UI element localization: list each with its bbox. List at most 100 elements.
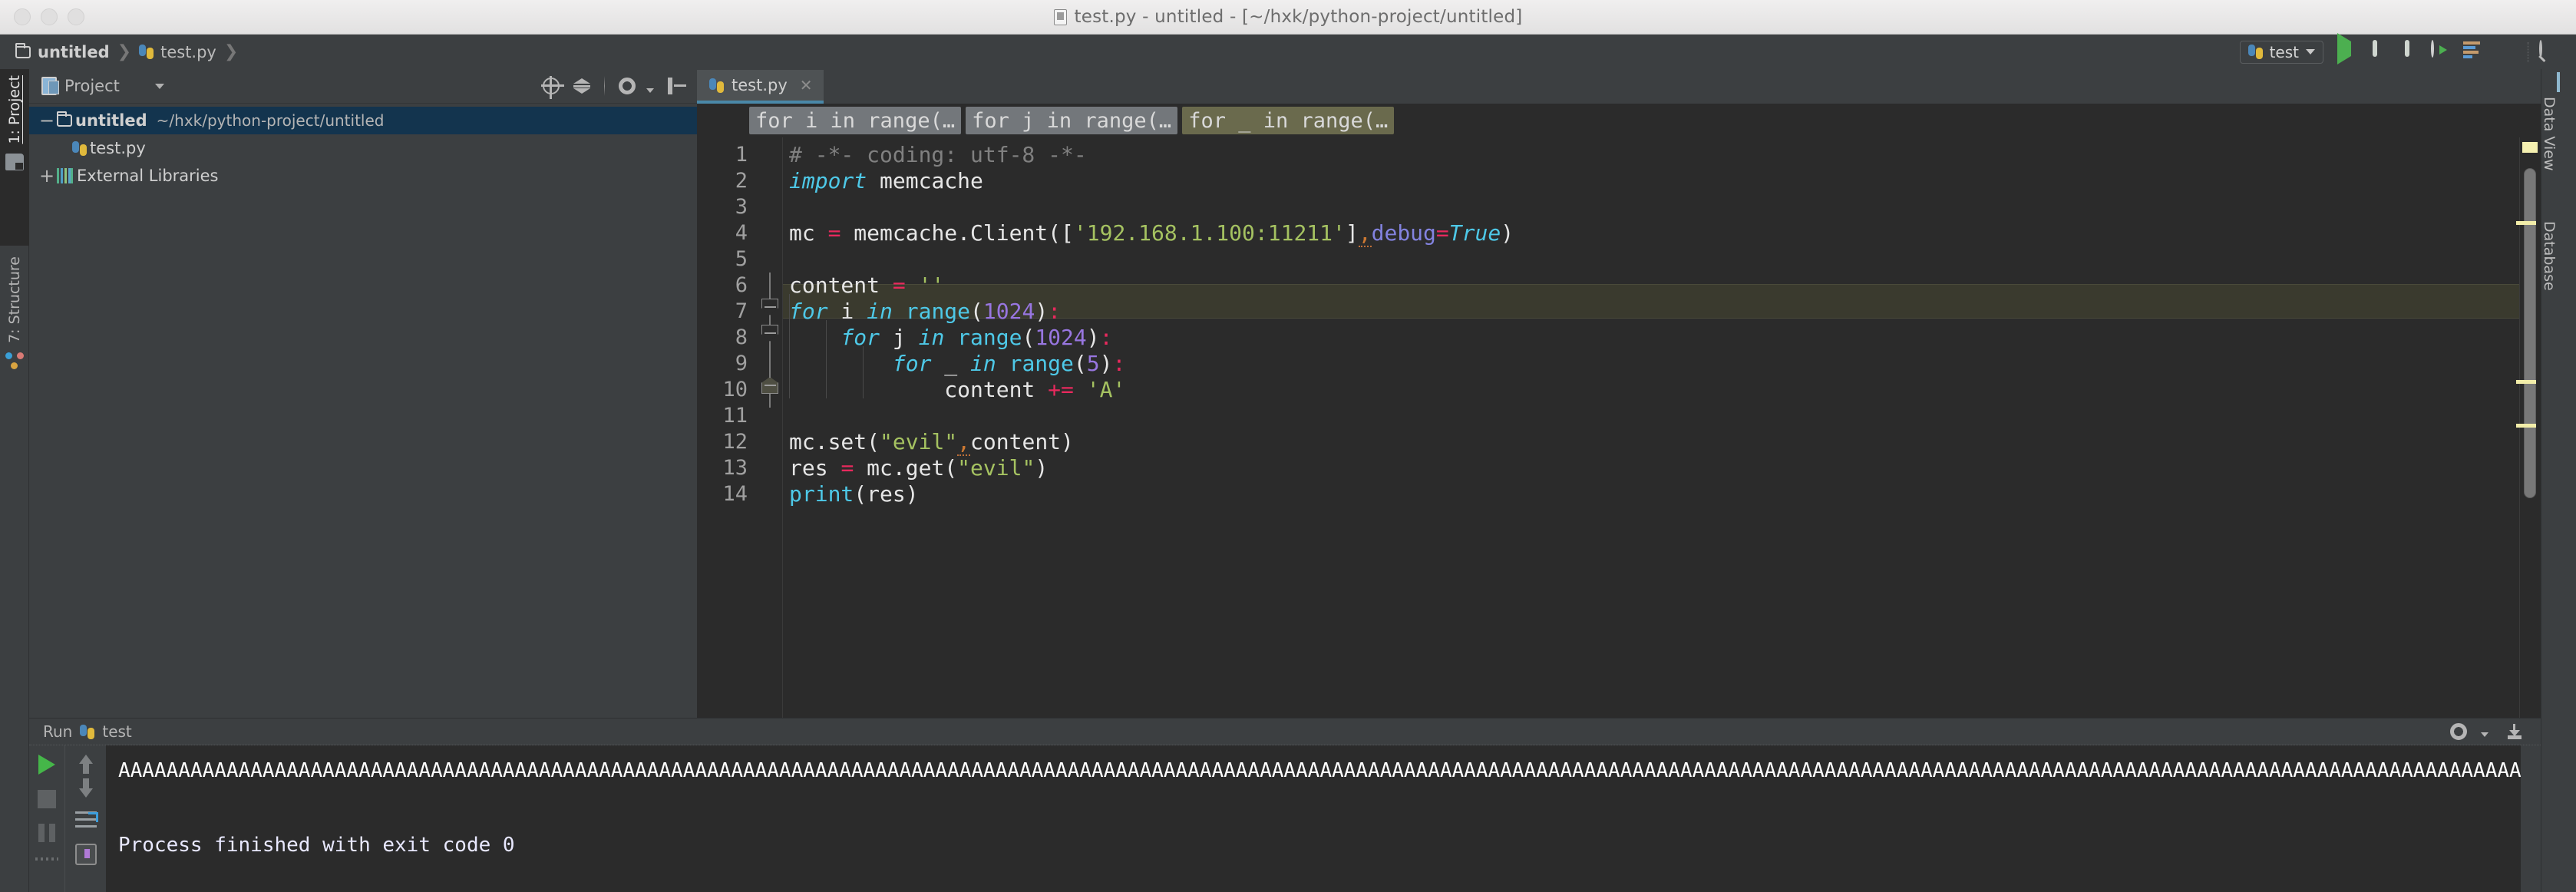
run-panel-header-tools: [2450, 723, 2541, 740]
fold-marker-line-10[interactable]: [761, 377, 778, 394]
fold-connector: [769, 342, 771, 382]
tree-row-file[interactable]: test.py: [29, 134, 697, 162]
tree-twisty[interactable]: −: [37, 111, 57, 130]
down-stack-trace-button[interactable]: [78, 778, 93, 798]
breadcrumb-item-file[interactable]: test.py: [136, 43, 220, 61]
toolbar-divider: [604, 76, 605, 96]
settings-gear-icon[interactable]: [619, 78, 636, 94]
sidebar-item-database[interactable]: Database: [2541, 215, 2576, 297]
python-icon: [709, 78, 724, 93]
close-icon[interactable]: ✕: [800, 76, 813, 94]
project-tree: − untitled ~/hxk/python-project/untitled…: [29, 104, 697, 190]
editor-marker-bar[interactable]: [2516, 137, 2541, 718]
code-editor[interactable]: 1 2 3 4 5 6 7 8 9 10 11 12 13 14 # -*- c…: [697, 137, 2541, 718]
locate-file-icon[interactable]: [541, 76, 564, 99]
hide-panel-icon[interactable]: [2505, 724, 2524, 739]
tree-label: untitled: [75, 111, 147, 130]
sidebar-item-project[interactable]: 1: Project: [0, 69, 29, 246]
tab-test-py[interactable]: test.py ✕: [697, 70, 824, 104]
project-panel-toolbar: [541, 76, 697, 99]
settings-gear-icon[interactable]: [2450, 723, 2467, 740]
tree-label: test.py: [90, 139, 146, 157]
run-config-name: test: [102, 722, 132, 741]
chevron-down-icon[interactable]: [154, 83, 164, 89]
tree-row-external-libraries[interactable]: + External Libraries: [29, 162, 697, 190]
inspection-status-indicator[interactable]: [2522, 142, 2538, 153]
stop-button[interactable]: [2495, 41, 2517, 63]
panel-title-label: Project: [64, 77, 120, 95]
ide-window: test.py - untitled - [~/hxk/python-proje…: [0, 0, 2576, 892]
pause-output-button[interactable]: [38, 824, 55, 842]
code-folding-gutter[interactable]: [757, 137, 783, 718]
play-icon: [2337, 32, 2351, 64]
project-panel-title: Project: [41, 77, 120, 95]
console-line: Process finished with exit code 0: [118, 834, 515, 857]
line-number-gutter: 1 2 3 4 5 6 7 8 9 10 11 12 13 14: [697, 137, 757, 718]
chevron-down-icon[interactable]: [646, 88, 654, 93]
sticky-line[interactable]: for i in range(…: [749, 107, 962, 134]
tree-row-project[interactable]: − untitled ~/hxk/python-project/untitled: [29, 107, 697, 134]
print-button[interactable]: [74, 844, 97, 865]
tree-path: ~/hxk/python-project/untitled: [156, 111, 385, 130]
sidebar-item-structure[interactable]: 7: Structure: [0, 250, 29, 442]
run-tool-window: Run test AAAAAAAAAAAAAAAAAAAAAAAAAAAAAAA…: [29, 718, 2541, 892]
navigation-bar: untitled ❯ test.py ❯ test: [0, 32, 2576, 69]
project-icon: [5, 153, 24, 170]
toolbar-divider: [35, 857, 58, 861]
sidebar-item-label: 1: Project: [6, 75, 23, 144]
project-tool-window: Project − untitled ~/hxk/python-project/…: [29, 69, 697, 718]
project-panel-header: Project: [29, 69, 697, 104]
breadcrumb-separator: ❯: [223, 42, 239, 61]
sticky-line[interactable]: for j in range(…: [966, 107, 1178, 134]
run-with-profiler-button[interactable]: [2463, 41, 2485, 63]
run-coverage-button[interactable]: [2399, 41, 2420, 63]
warning-marker[interactable]: [2516, 221, 2536, 225]
profile-button[interactable]: [2431, 39, 2452, 63]
collapse-all-icon[interactable]: [573, 78, 590, 94]
run-panel-body: AAAAAAAAAAAAAAAAAAAAAAAAAAAAAAAAAAAAAAAA…: [29, 745, 2541, 892]
breadcrumb-label: untitled: [38, 42, 110, 61]
run-console-scrollbar[interactable]: [2521, 745, 2541, 892]
stop-process-button[interactable]: [38, 790, 56, 808]
right-tool-window-bar: Data View Database: [2541, 69, 2576, 892]
warning-marker[interactable]: [2516, 424, 2536, 428]
project-view-icon: [41, 77, 59, 95]
fold-marker-line-7[interactable]: [761, 299, 778, 316]
sidebar-item-label: 7: Structure: [6, 256, 23, 343]
code-text-area[interactable]: # -*- coding: utf-8 -*- import memcache …: [783, 137, 2519, 718]
debug-button[interactable]: [2366, 41, 2388, 63]
editor-tabbar: test.py ✕: [697, 69, 2541, 104]
hide-panel-icon[interactable]: [668, 78, 686, 94]
folder-icon: [15, 42, 31, 58]
code-line-14: print(res): [789, 481, 919, 507]
window-title: test.py - untitled - [~/hxk/python-proje…: [0, 7, 2576, 27]
rerun-button[interactable]: [38, 755, 55, 775]
left-tool-window-bar: 1: Project 7: Structure: [0, 69, 29, 892]
soft-wrap-button[interactable]: [74, 811, 98, 830]
run-panel-header: Run test: [29, 718, 2541, 745]
sidebar-item-data-view[interactable]: Data View: [2541, 72, 2576, 177]
fold-marker-line-8[interactable]: [761, 325, 778, 342]
fold-connector: [769, 394, 771, 408]
run-button[interactable]: [2334, 32, 2356, 64]
clock-run-icon: [2431, 39, 2434, 58]
editor-area: test.py ✕ for i in range(… for j in rang…: [697, 69, 2541, 718]
run-panel-second-toolbar: [64, 745, 106, 892]
up-stack-trace-button[interactable]: [78, 755, 93, 774]
warning-marker[interactable]: [2516, 380, 2536, 384]
run-label: Run: [43, 722, 73, 741]
console-line: AAAAAAAAAAAAAAAAAAAAAAAAAAAAAAAAAAAAAAAA…: [118, 759, 2521, 782]
editor-scrollbar[interactable]: [2516, 165, 2536, 695]
python-icon: [2247, 45, 2263, 59]
run-console-output[interactable]: AAAAAAAAAAAAAAAAAAAAAAAAAAAAAAAAAAAAAAAA…: [106, 745, 2521, 892]
sticky-line-current[interactable]: for _ in range(…: [1182, 107, 1395, 134]
breadcrumb-item-project[interactable]: untitled: [12, 42, 113, 61]
scrollbar-thumb[interactable]: [2524, 168, 2536, 498]
tree-twisty[interactable]: +: [37, 167, 57, 185]
structure-icon: [5, 352, 24, 369]
search-everywhere-button[interactable]: [2539, 39, 2561, 63]
run-configuration-selector[interactable]: test: [2239, 40, 2323, 64]
python-file-icon: [1053, 8, 1067, 25]
chevron-down-icon[interactable]: [2481, 732, 2488, 737]
magnifier-icon: [2539, 39, 2542, 58]
